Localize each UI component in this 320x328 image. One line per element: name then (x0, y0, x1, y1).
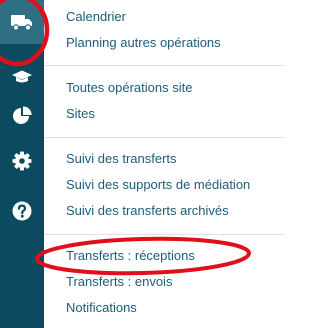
sidebar (0, 0, 44, 328)
navigation-screen: Calendrier Planning autres opérations To… (0, 0, 285, 328)
pie-chart-icon (12, 106, 32, 126)
sidebar-item-settings[interactable] (0, 146, 44, 176)
sidebar-item-training[interactable] (0, 62, 44, 92)
menu-item-notifications[interactable]: Notifications (66, 300, 137, 316)
menu-item-suivi-des-transferts[interactable]: Suivi des transferts (66, 151, 177, 167)
menu-item-suivi-des-transferts-archives[interactable]: Suivi des transferts archivés (66, 203, 229, 219)
menu-divider (44, 137, 285, 138)
menu-item-toutes-operations-site[interactable]: Toutes opérations site (66, 80, 192, 96)
menu-divider (44, 234, 285, 235)
gear-icon (12, 151, 32, 171)
menu-item-transferts-envois[interactable]: Transferts : envois (66, 274, 172, 290)
menu-item-suivi-des-supports-de-mediation[interactable]: Suivi des supports de médiation (66, 177, 250, 193)
sidebar-item-transfers[interactable] (0, 0, 44, 44)
truck-icon (10, 13, 34, 31)
sidebar-item-statistics[interactable] (0, 101, 44, 131)
sidebar-item-help[interactable] (0, 196, 44, 226)
navigation-menu: Calendrier Planning autres opérations To… (44, 0, 285, 328)
help-icon (12, 201, 32, 221)
menu-item-planning-autres-operations[interactable]: Planning autres opérations (66, 35, 221, 51)
graduation-cap-icon (11, 70, 33, 84)
menu-item-transferts-receptions[interactable]: Transferts : réceptions (66, 248, 195, 264)
menu-item-sites[interactable]: Sites (66, 106, 95, 122)
menu-divider (44, 65, 285, 66)
menu-item-calendrier[interactable]: Calendrier (66, 9, 126, 25)
